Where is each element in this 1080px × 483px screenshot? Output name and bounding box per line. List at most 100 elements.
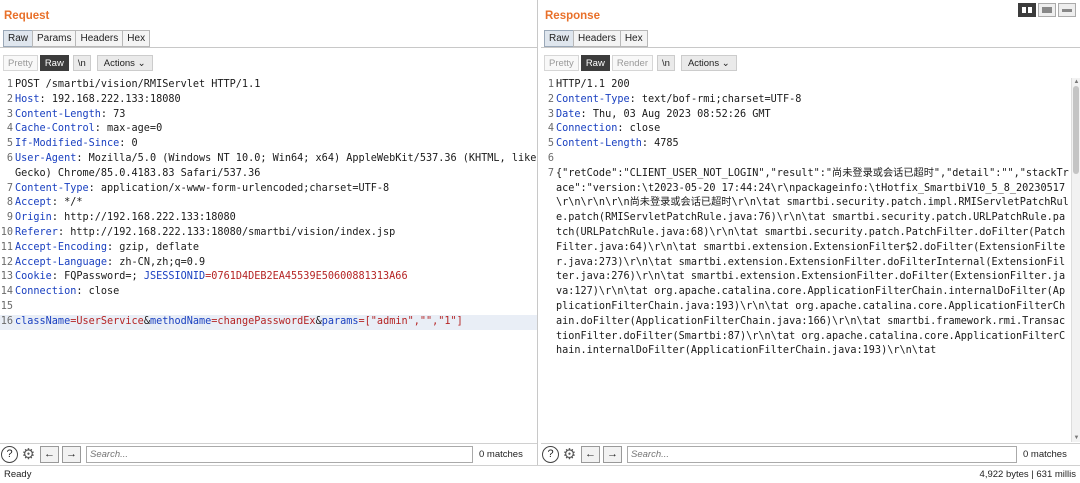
- search-input[interactable]: [86, 445, 473, 463]
- line-number: 4: [547, 123, 554, 135]
- request-pane: Request Raw Params Headers Hex Pretty Ra…: [0, 0, 538, 465]
- match-count: 0 matches: [1023, 448, 1067, 460]
- param-name: params: [321, 315, 359, 327]
- code-line: 4 Cache-Control: max-age=0: [0, 122, 537, 137]
- next-match-button[interactable]: →: [603, 445, 622, 463]
- gear-icon[interactable]: ⚙: [561, 446, 578, 463]
- tab-raw[interactable]: Raw: [3, 30, 34, 47]
- scroll-up-icon[interactable]: ▲: [1072, 78, 1080, 86]
- scrollbar-thumb[interactable]: [1073, 86, 1079, 174]
- code-line: 15: [0, 300, 537, 315]
- code-line: 3 Date: Thu, 03 Aug 2023 08:52:26 GMT: [541, 108, 1070, 123]
- line-number: 6: [547, 152, 554, 164]
- line-number: 6: [6, 152, 13, 164]
- line-text: [15, 300, 537, 315]
- header-value: : close: [617, 123, 661, 135]
- raw-button[interactable]: Raw: [39, 55, 69, 71]
- raw-button[interactable]: Raw: [580, 55, 610, 71]
- tab-params[interactable]: Params: [32, 30, 77, 47]
- match-count: 0 matches: [479, 448, 523, 460]
- line-number: 11: [0, 241, 13, 253]
- header-name: Referer: [15, 226, 58, 238]
- help-icon[interactable]: ?: [542, 445, 559, 463]
- chevron-down-icon: ⌄: [721, 58, 730, 69]
- pretty-button[interactable]: Pretty: [3, 55, 38, 71]
- header-value: : Mozilla/5.0 (Windows NT 10.0; Win64; x…: [15, 152, 537, 179]
- header-value: : max-age=0: [94, 123, 163, 135]
- code-line: 12 Accept-Language: zh-CN,zh;q=0.9: [0, 256, 537, 271]
- response-toolbar: Pretty Raw Render \n Actions ⌄: [544, 55, 739, 71]
- tab-headers[interactable]: Headers: [75, 30, 124, 47]
- cookie-name: JSESSIONID: [143, 271, 206, 283]
- header-name: Date: [556, 108, 581, 120]
- scroll-down-icon[interactable]: ▼: [1072, 434, 1080, 442]
- line-content: HTTP/1.1 200: [556, 79, 630, 90]
- arrow-right-icon: →: [607, 448, 618, 460]
- header-value: : */*: [51, 197, 83, 209]
- columns-icon: [1022, 7, 1032, 13]
- request-editor[interactable]: 1 POST /smartbi/vision/RMIServlet HTTP/1.…: [0, 78, 537, 442]
- line-text: Host: 192.168.222.133:18080: [15, 93, 537, 108]
- previous-match-button[interactable]: ←: [40, 445, 59, 463]
- next-match-button[interactable]: →: [62, 445, 81, 463]
- chevron-down-icon: ⌄: [137, 58, 146, 69]
- status-text: Ready: [4, 469, 32, 480]
- tab-hex[interactable]: Hex: [619, 30, 648, 47]
- actions-button[interactable]: Actions ⌄: [680, 55, 737, 71]
- split-horizontal-button[interactable]: [1018, 3, 1036, 17]
- search-input[interactable]: [627, 445, 1017, 463]
- vertical-scrollbar[interactable]: ▲ ▼: [1071, 78, 1080, 442]
- render-button[interactable]: Render: [611, 55, 653, 71]
- newline-toggle[interactable]: \n: [72, 55, 91, 71]
- code-line: 4 Connection: close: [541, 122, 1070, 137]
- header-name: Accept: [15, 197, 52, 209]
- response-pane: Response Raw Headers Hex Pretty Raw Rend…: [541, 0, 1080, 465]
- header-value: : application/x-www-form-urlencoded;char…: [88, 182, 390, 194]
- split-vertical-button[interactable]: [1038, 3, 1056, 17]
- response-editor[interactable]: 1 HTTP/1.1 200 2 Content-Type: text/bof-rmi…: [541, 78, 1070, 442]
- cookie-value: =0761D4DEB2EA45539E50600881313A66: [205, 271, 408, 283]
- previous-match-button[interactable]: ←: [581, 445, 600, 463]
- header-name: Content-Length: [15, 108, 101, 120]
- newline-toggle[interactable]: \n: [657, 55, 675, 71]
- request-body-line: 16 className=UserService&methodName=chang…: [0, 314, 537, 330]
- line-text: Origin: http://192.168.222.133:18080: [15, 211, 537, 226]
- actions-label: Actions: [103, 58, 135, 69]
- pretty-button[interactable]: Pretty: [544, 55, 579, 71]
- rows-icon: [1042, 7, 1052, 13]
- status-bar: Ready 4,922 bytes | 631 millis: [0, 465, 1080, 483]
- actions-button[interactable]: Actions ⌄: [96, 55, 153, 71]
- actions-label: Actions: [687, 58, 720, 69]
- request-title: Request: [4, 10, 50, 22]
- line-text: Cache-Control: max-age=0: [15, 122, 537, 137]
- header-name: Host: [15, 93, 40, 105]
- line-number: 14: [0, 286, 13, 298]
- tab-hex[interactable]: Hex: [122, 30, 151, 47]
- header-value: : Thu, 03 Aug 2023 08:52:26 GMT: [580, 108, 771, 120]
- gear-icon[interactable]: ⚙: [20, 446, 37, 463]
- code-line: 7 {"retCode":"CLIENT_USER_NOT_LOGIN","res…: [541, 167, 1070, 359]
- header-name: Content-Type: [556, 93, 630, 105]
- line-content: {"retCode":"CLIENT_USER_NOT_LOGIN","resu…: [556, 167, 1069, 357]
- line-text: Accept-Language: zh-CN,zh;q=0.9: [15, 256, 537, 271]
- code-line: 14 Connection: close: [0, 285, 537, 300]
- code-line: 7 Content-Type: application/x-www-form-ur…: [0, 182, 537, 197]
- header-name: Cookie: [15, 271, 52, 283]
- line-text: POST /smartbi/vision/RMIServlet HTTP/1.1: [15, 78, 537, 93]
- param-value: =["admin","","1"]: [358, 315, 463, 327]
- code-line: 3 Content-Length: 73: [0, 108, 537, 123]
- response-tabs: Raw Headers Hex: [544, 30, 648, 47]
- line-number: 1: [547, 79, 554, 90]
- line-number: 5: [6, 138, 13, 150]
- divider: [541, 47, 1080, 48]
- line-number: 2: [547, 93, 554, 105]
- line-number: 16: [0, 315, 13, 327]
- help-icon[interactable]: ?: [1, 445, 18, 463]
- tab-headers[interactable]: Headers: [573, 30, 621, 47]
- arrow-left-icon: ←: [585, 448, 596, 460]
- response-searchbar: ? ⚙ ← → 0 matches: [541, 443, 1080, 464]
- arrow-right-icon: →: [66, 448, 77, 460]
- tab-raw[interactable]: Raw: [544, 30, 575, 47]
- code-line: 9 Origin: http://192.168.222.133:18080: [0, 211, 537, 226]
- tabs-layout-button[interactable]: [1058, 3, 1076, 17]
